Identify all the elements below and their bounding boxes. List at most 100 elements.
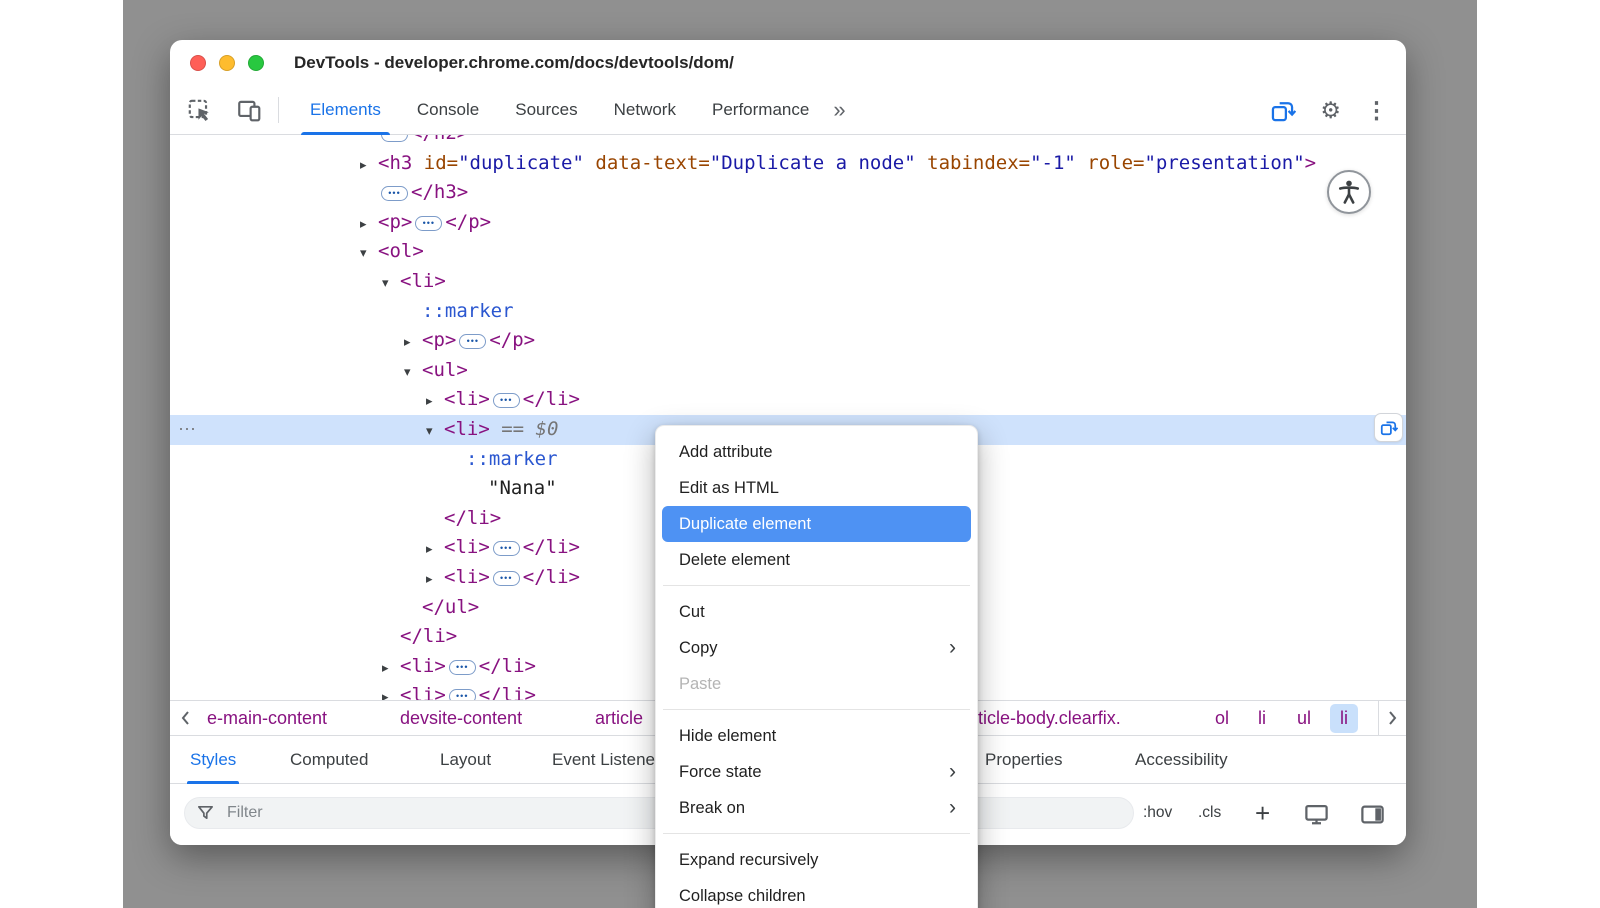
rendering-emulation-icon[interactable] xyxy=(1303,801,1330,833)
menu-item-label: Force state xyxy=(679,763,762,781)
disclosure-arrow-icon[interactable] xyxy=(382,683,400,700)
menu-item-paste[interactable]: Paste xyxy=(662,666,971,702)
menu-item-force-state[interactable]: Force state› xyxy=(662,754,971,790)
disclosure-arrow-icon[interactable] xyxy=(404,358,422,388)
inline-expand-button[interactable] xyxy=(381,135,408,142)
sidebar-tab-layout[interactable]: Layout xyxy=(440,736,491,784)
menu-item-collapse-children[interactable]: Collapse children xyxy=(662,878,971,908)
menu-item-edit-as-html[interactable]: Edit as HTML xyxy=(662,470,971,506)
duplicate-element-icon[interactable] xyxy=(1268,96,1296,124)
disclosure-arrow-icon[interactable] xyxy=(426,387,444,417)
disclosure-arrow-icon[interactable] xyxy=(382,654,400,684)
code-token: </li> xyxy=(400,625,457,647)
menu-item-add-attribute[interactable]: Add attribute xyxy=(662,434,971,470)
code-token: <li> xyxy=(400,684,446,700)
close-button[interactable] xyxy=(190,55,206,71)
breadcrumb-item-article[interactable]: article xyxy=(595,701,643,735)
inline-expand-button[interactable] xyxy=(449,660,476,675)
minimize-button[interactable] xyxy=(219,55,235,71)
breadcrumb-scroll-right-button[interactable] xyxy=(1378,701,1406,735)
kebab-menu-icon[interactable]: ⋮ xyxy=(1365,99,1388,122)
sidebar-tab-accessibility[interactable]: Accessibility xyxy=(1135,736,1228,784)
breadcrumb-item-ul[interactable]: ul xyxy=(1297,701,1311,735)
dom-tree-row[interactable]: ::marker xyxy=(170,297,1406,327)
code-token: </li> xyxy=(479,655,536,677)
code-token: <li> xyxy=(444,388,490,410)
disclosure-arrow-icon[interactable] xyxy=(360,239,378,269)
sidebar-tab-styles[interactable]: Styles xyxy=(190,736,236,784)
inline-expand-button[interactable] xyxy=(459,334,486,349)
inspect-element-icon[interactable] xyxy=(185,96,213,124)
menu-item-cut[interactable]: Cut xyxy=(662,594,971,630)
disclosure-arrow-icon[interactable] xyxy=(404,328,422,358)
code-token: </h2> xyxy=(411,135,468,144)
menu-item-label: Delete element xyxy=(679,551,790,569)
sidebar-tab-properties[interactable]: Properties xyxy=(985,736,1062,784)
disclosure-arrow-icon[interactable] xyxy=(382,269,400,299)
code-token: <li> xyxy=(444,566,490,588)
code-token: <ul> xyxy=(422,359,468,381)
tab-console[interactable]: Console xyxy=(399,86,497,135)
breadcrumb-item-article-body-clearfix[interactable]: article-body.clearfix. xyxy=(962,701,1121,735)
inline-expand-button[interactable] xyxy=(493,541,520,556)
breadcrumb-item-li[interactable]: li xyxy=(1258,701,1266,735)
duplicate-adorner-button[interactable] xyxy=(1374,413,1403,442)
device-toolbar-icon[interactable] xyxy=(235,96,263,124)
menu-item-label: Duplicate element xyxy=(679,515,811,533)
code-token: </li> xyxy=(523,388,580,410)
sidebar-tab-event-listeners[interactable]: Event Listeners xyxy=(552,736,669,784)
breadcrumb-item-ol[interactable]: ol xyxy=(1215,701,1229,735)
disclosure-arrow-icon[interactable] xyxy=(426,417,444,447)
breadcrumb-item-li[interactable]: li xyxy=(1330,704,1358,733)
new-style-rule-button[interactable]: + xyxy=(1255,794,1270,832)
inline-expand-button[interactable] xyxy=(449,689,476,700)
inline-expand-button[interactable] xyxy=(381,186,408,201)
zoom-button[interactable] xyxy=(248,55,264,71)
dom-tree-row[interactable]: <li> </li> xyxy=(170,385,1406,415)
tab-elements[interactable]: Elements xyxy=(292,86,399,135)
dom-tree-row[interactable]: <li> xyxy=(170,267,1406,297)
menu-separator xyxy=(663,833,970,834)
tab-performance[interactable]: Performance xyxy=(694,86,827,135)
row-overflow-dots-icon[interactable]: ⋯ xyxy=(178,415,196,445)
menu-item-duplicate-element[interactable]: Duplicate element xyxy=(662,506,971,542)
settings-gear-icon[interactable]: ⚙ xyxy=(1320,99,1341,122)
window-controls xyxy=(190,55,264,71)
menu-item-expand-recursively[interactable]: Expand recursively xyxy=(662,842,971,878)
dom-tree-row[interactable]: <ul> xyxy=(170,356,1406,386)
tab-network[interactable]: Network xyxy=(596,86,694,135)
inline-expand-button[interactable] xyxy=(493,571,520,586)
breadcrumb-scroll-left-button[interactable] xyxy=(170,701,200,735)
inline-expand-button[interactable] xyxy=(415,216,442,231)
devtools-toolbar: ElementsConsoleSourcesNetworkPerformance… xyxy=(170,86,1406,135)
dom-tree-row[interactable]: </h2> xyxy=(170,135,1406,149)
code-token: "presentation" xyxy=(1144,152,1304,174)
more-tabs-chevron-icon[interactable]: » xyxy=(827,87,851,133)
dom-tree-row[interactable]: <p></p> xyxy=(170,326,1406,356)
inline-expand-button[interactable] xyxy=(493,393,520,408)
menu-item-hide-element[interactable]: Hide element xyxy=(662,718,971,754)
menu-item-break-on[interactable]: Break on› xyxy=(662,790,971,826)
breadcrumb-item-e-main-content[interactable]: e-main-content xyxy=(207,701,327,735)
dom-tree-row[interactable]: <h3 id="duplicate" data-text="Duplicate … xyxy=(170,149,1406,179)
toggle-sidebar-icon[interactable] xyxy=(1359,801,1386,833)
dom-tree-row[interactable]: </h3> xyxy=(170,178,1406,208)
breadcrumb-item-devsite-content[interactable]: devsite-content xyxy=(400,701,522,735)
code-token: <p> xyxy=(378,211,412,233)
dom-tree-row[interactable]: <p></p> xyxy=(170,208,1406,238)
menu-item-delete-element[interactable]: Delete element xyxy=(662,542,971,578)
sidebar-tab-computed[interactable]: Computed xyxy=(290,736,368,784)
tab-sources[interactable]: Sources xyxy=(497,86,595,135)
disclosure-arrow-icon[interactable] xyxy=(360,151,378,181)
code-token: </h3> xyxy=(411,181,468,203)
disclosure-arrow-icon[interactable] xyxy=(360,210,378,240)
disclosure-arrow-icon[interactable] xyxy=(426,565,444,595)
accessibility-overlay-button[interactable] xyxy=(1327,170,1371,214)
element-classes-button[interactable]: .cls xyxy=(1198,797,1221,829)
toolbar-right-icons: ⚙ ⋮ xyxy=(1268,96,1388,124)
menu-item-copy[interactable]: Copy› xyxy=(662,630,971,666)
chevron-left-icon xyxy=(180,710,190,726)
dom-tree-row[interactable]: <ol> xyxy=(170,237,1406,267)
toggle-element-state-button[interactable]: :hov xyxy=(1143,797,1172,829)
disclosure-arrow-icon[interactable] xyxy=(426,535,444,565)
